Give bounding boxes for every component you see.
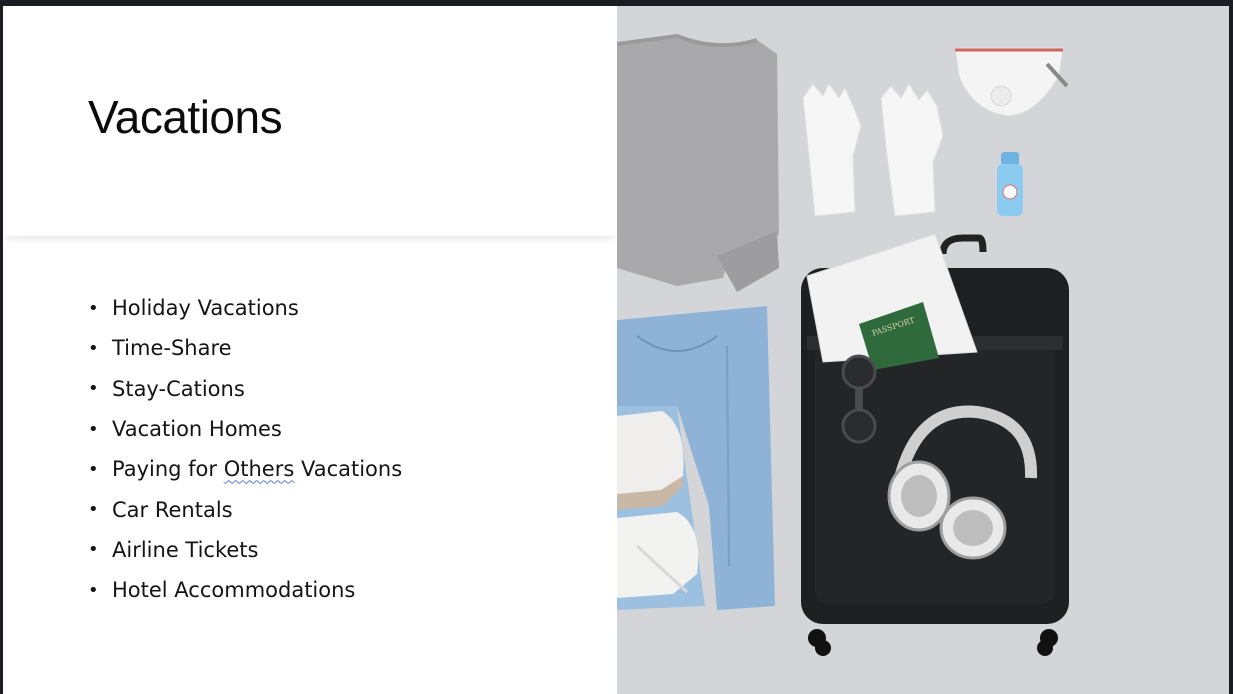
bullet-item[interactable]: • Stay-Cations — [88, 369, 402, 409]
travel-packing-photo[interactable]: PASSPORT — [617, 6, 1229, 694]
bullet-dot-icon: • — [88, 499, 99, 521]
bullet-item[interactable]: • Hotel Accommodations — [88, 570, 402, 610]
bullet-list[interactable]: • Holiday Vacations • Time-Share • Stay-Cat… — [88, 288, 402, 610]
bullet-dot-icon: • — [88, 297, 99, 319]
bullet-text: Paying for — [112, 457, 224, 482]
bullet-item[interactable]: • Paying for Others Vacations — [88, 449, 402, 489]
bullet-dot-icon: • — [88, 539, 99, 561]
bullet-text: Hotel Accommodations — [112, 578, 356, 603]
bullet-item[interactable]: • Airline Tickets — [88, 530, 402, 570]
title-placeholder[interactable]: Vacations — [3, 6, 617, 236]
bullet-dot-icon: • — [88, 337, 99, 359]
bullet-text: Vacations — [294, 457, 403, 482]
bullet-dot-icon: • — [88, 579, 99, 601]
bullet-text: Stay-Cations — [112, 376, 245, 401]
bullet-dot-icon: • — [88, 378, 99, 400]
bullet-item[interactable]: • Car Rentals — [88, 489, 402, 529]
bullet-text: Vacation Homes — [112, 417, 282, 442]
bullet-text: Car Rentals — [112, 497, 233, 522]
travel-flatlay-illustration: PASSPORT — [617, 6, 1229, 694]
bullet-text: Holiday Vacations — [112, 296, 299, 321]
bullet-item[interactable]: • Holiday Vacations — [88, 288, 402, 328]
bullet-dot-icon: • — [88, 418, 99, 440]
slide-title[interactable]: Vacations — [88, 90, 283, 144]
bullet-dot-icon: • — [88, 458, 99, 480]
bullet-item[interactable]: • Vacation Homes — [88, 409, 402, 449]
sweater-icon — [617, 33, 779, 292]
bullet-text: Time-Share — [112, 336, 232, 361]
slide: Vacations • Holiday Vacations • Time-Share… — [3, 6, 1229, 694]
bullet-item[interactable]: • Time-Share — [88, 328, 402, 368]
bullet-text: Airline Tickets — [112, 537, 259, 562]
spellcheck-word[interactable]: Others — [224, 457, 295, 481]
